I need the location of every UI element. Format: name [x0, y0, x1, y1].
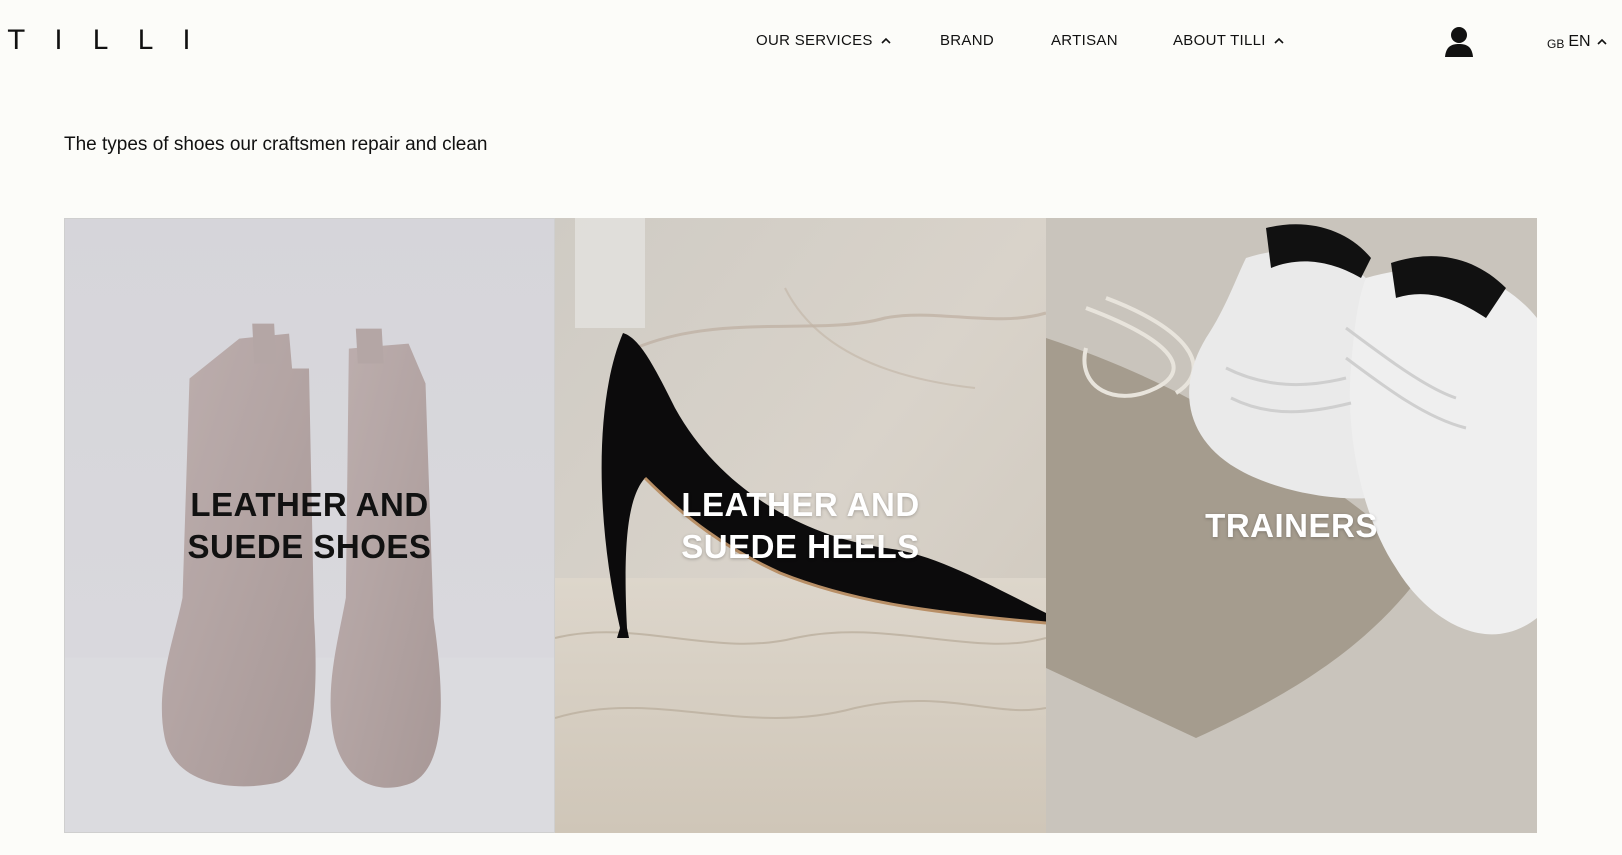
card-trainers[interactable]: TRAINERS	[1046, 218, 1537, 833]
nav-artisan-label: ARTISAN	[1051, 32, 1118, 49]
nav-our-services-label: OUR SERVICES	[756, 32, 873, 49]
user-icon[interactable]	[1444, 26, 1474, 58]
nav-our-services[interactable]: OUR SERVICES	[756, 32, 893, 50]
card-title: LEATHER AND SUEDE HEELS	[681, 485, 920, 565]
nav-about-tilli-label: ABOUT TILLI	[1173, 32, 1266, 49]
nav-brand-label: BRAND	[940, 32, 995, 49]
chevron-up-icon	[1274, 37, 1284, 44]
card-title: TRAINERS	[1205, 506, 1378, 544]
language-code: EN	[1568, 33, 1591, 50]
card-leather-suede-shoes[interactable]: LEATHER AND SUEDE SHOES	[64, 218, 555, 833]
nav-brand[interactable]: BRAND	[940, 32, 994, 50]
tilli-logo[interactable]: TILLI	[8, 26, 221, 56]
nav-artisan[interactable]: ARTISAN	[1051, 32, 1118, 50]
card-title: LEATHER AND SUEDE SHOES	[187, 485, 432, 565]
chevron-up-icon	[1597, 38, 1607, 45]
gb-flag-icon: GB	[1547, 37, 1565, 51]
shoe-types-grid: LEATHER AND SUEDE SHOES LEATHER AND SUED…	[64, 218, 1538, 833]
language-selector[interactable]: GB EN	[1547, 33, 1609, 51]
nav-about-tilli[interactable]: ABOUT TILLI	[1173, 32, 1286, 50]
chevron-up-icon	[881, 37, 891, 44]
card-leather-suede-heels[interactable]: LEATHER AND SUEDE HEELS	[555, 218, 1046, 833]
section-intro: The types of shoes our craftsmen repair …	[64, 134, 488, 155]
